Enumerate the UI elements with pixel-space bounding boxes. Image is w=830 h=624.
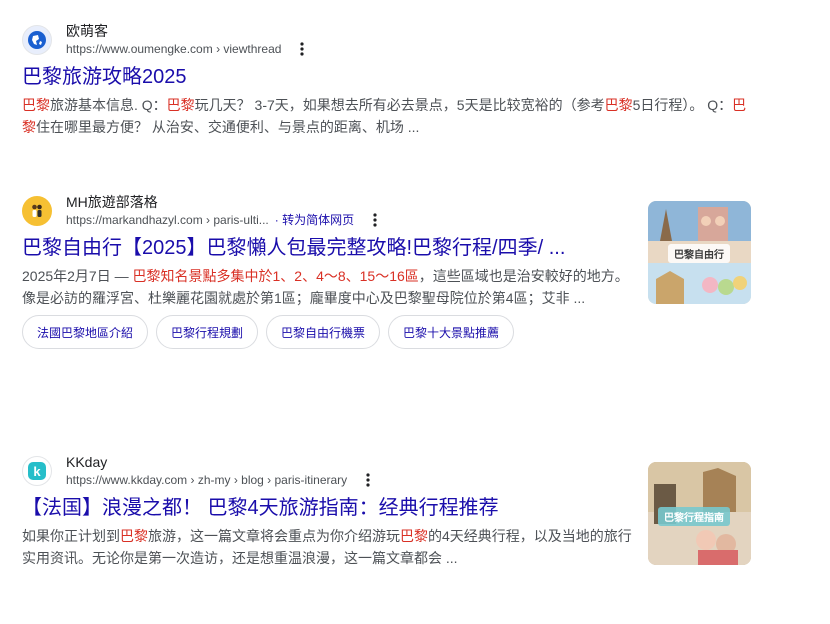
- snippet-text: 玩几天？ 3-7天，如果想去所有必去景点，5天是比较宽裕的（参考: [194, 97, 605, 113]
- site-url: https://markandhazyl.com › paris-ulti...: [66, 213, 269, 227]
- mh-avatar-icon: [22, 196, 52, 226]
- site-name: MH旅遊部落格: [66, 194, 158, 210]
- globe-icon: [22, 25, 52, 55]
- related-chips: 法國巴黎地區介紹 巴黎行程規劃 巴黎自由行機票 巴黎十大景點推薦: [22, 315, 632, 349]
- snippet-text: 旅游基本信息. Q：: [50, 97, 167, 113]
- search-result-1: 欧萌客 https://www.oumengke.com › viewthrea…: [22, 22, 752, 138]
- translate-link[interactable]: · 转为简体网页: [275, 211, 354, 229]
- site-info[interactable]: k KKday https://www.kkday.com › zh-my › …: [22, 453, 632, 489]
- kkday-logo-icon: k: [22, 456, 52, 486]
- site-name: KKday: [66, 454, 108, 470]
- thumbnail-caption: 巴黎行程指南: [658, 507, 730, 526]
- search-result-2: MH旅遊部落格 https://markandhazyl.com › paris…: [22, 193, 632, 349]
- more-options-icon[interactable]: [295, 40, 309, 58]
- result-title[interactable]: 巴黎自由行【2025】巴黎懶人包最完整攻略!巴黎行程/四季/ ...: [22, 235, 632, 261]
- result-thumbnail[interactable]: 巴黎行程指南: [648, 462, 751, 565]
- chip[interactable]: 法國巴黎地區介紹: [22, 315, 149, 349]
- more-options-icon[interactable]: [368, 211, 382, 229]
- highlighted-text: 巴黎: [400, 528, 428, 544]
- highlighted-text: 巴黎: [22, 97, 50, 113]
- result-snippet: 巴黎旅游基本信息. Q：巴黎玩几天？ 3-7天，如果想去所有必去景点，5天是比较…: [22, 94, 752, 138]
- result-title[interactable]: 巴黎旅游攻略2025: [22, 64, 752, 90]
- highlighted-text: 巴黎知名景點多集中於1、2、4～8、15～16區: [132, 268, 419, 284]
- site-name: 欧萌客: [66, 23, 108, 39]
- svg-text:k: k: [33, 464, 41, 479]
- result-snippet: 2025年2月7日 — 巴黎知名景點多集中於1、2、4～8、15～16區，這些區…: [22, 265, 632, 309]
- result-title[interactable]: 【法国】浪漫之都！ 巴黎4天旅游指南：经典行程推荐: [22, 495, 632, 521]
- site-url: https://www.kkday.com › zh-my › blog › p…: [66, 473, 348, 487]
- result-thumbnail[interactable]: 巴黎自由行: [648, 201, 751, 304]
- snippet-text: 2025年2月7日 —: [22, 268, 133, 284]
- snippet-text: 5日行程）。 Q：: [632, 97, 733, 113]
- more-options-icon[interactable]: [361, 471, 375, 489]
- chip[interactable]: 巴黎行程規劃: [156, 315, 259, 349]
- search-result-3: k KKday https://www.kkday.com › zh-my › …: [22, 453, 632, 569]
- chip[interactable]: 巴黎自由行機票: [266, 315, 381, 349]
- highlighted-text: 巴黎: [604, 97, 633, 113]
- highlighted-text: 巴黎: [120, 528, 148, 544]
- snippet-text: 如果你正计划到: [22, 528, 120, 544]
- site-info[interactable]: 欧萌客 https://www.oumengke.com › viewthrea…: [22, 22, 752, 58]
- thumbnail-caption: 巴黎自由行: [668, 244, 730, 263]
- snippet-text: 旅游，这一篇文章将会重点为你介绍游玩: [148, 528, 400, 544]
- site-info[interactable]: MH旅遊部落格 https://markandhazyl.com › paris…: [22, 193, 632, 229]
- snippet-text: 住在哪里最方便？ 从治安、交通便利、与景点的距离、机场 ...: [36, 119, 420, 135]
- result-snippet: 如果你正计划到巴黎旅游，这一篇文章将会重点为你介绍游玩巴黎的4天经典行程，以及当…: [22, 525, 632, 569]
- site-url: https://www.oumengke.com › viewthread: [66, 42, 282, 56]
- highlighted-text: 巴黎: [166, 97, 195, 113]
- chip[interactable]: 巴黎十大景點推薦: [388, 315, 515, 349]
